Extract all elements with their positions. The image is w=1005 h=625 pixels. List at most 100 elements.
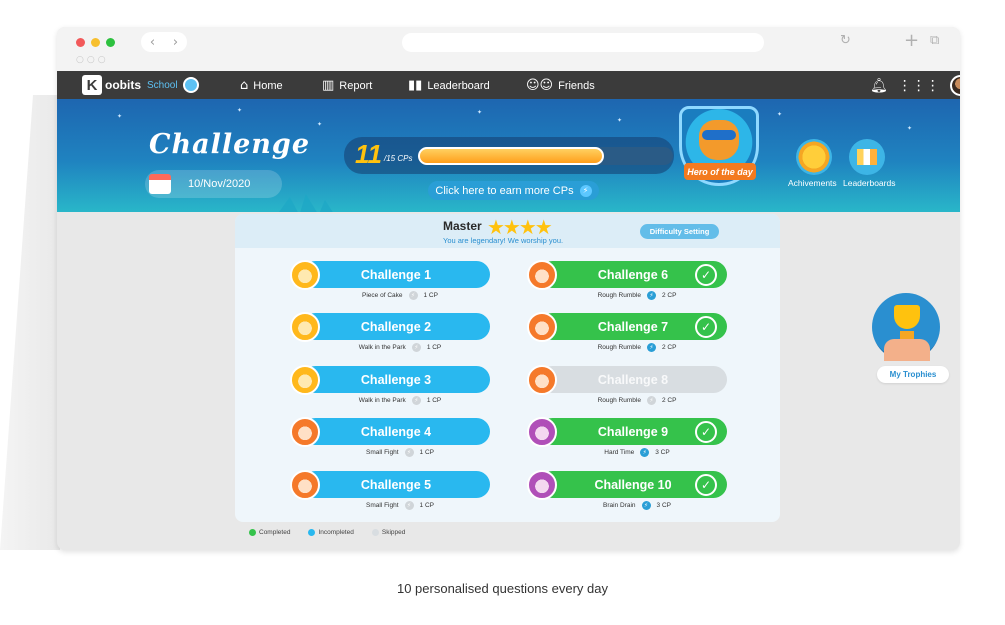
minimize-window-button[interactable]	[91, 38, 100, 47]
challenge-meta: Piece of Cake ⚡︎ 1 CP	[330, 291, 470, 300]
logo-school: School	[147, 79, 178, 91]
report-icon: ▥	[322, 78, 335, 93]
globe-icon	[182, 77, 199, 93]
cp-lightning-icon: ⚡︎	[646, 291, 656, 300]
check-icon: ✓	[695, 421, 717, 443]
browser-window: ○○○ ‹ › ↻ + ⧉ K oobits School ⌂ Home ▥ R…	[57, 27, 960, 550]
challenge-meta: Rough Rumble ⚡︎ 2 CP	[567, 343, 707, 352]
challenge-button[interactable]: Challenge 1	[302, 261, 490, 288]
challenge-item[interactable]: Challenge 10 ✓ Brain Drain ⚡︎ 3 CP	[527, 470, 727, 511]
challenge-button[interactable]: Challenge 5	[302, 471, 490, 498]
maximize-window-button[interactable]	[106, 38, 115, 47]
achievements-medal-icon[interactable]	[796, 139, 832, 175]
challenge-item[interactable]: Challenge 1 Piece of Cake ⚡︎ 1 CP	[290, 260, 490, 301]
legend-dot-completed	[249, 529, 256, 536]
cp-lightning-icon: ⚡︎	[646, 396, 656, 405]
star-decoration: ✦	[237, 107, 243, 114]
reload-icon[interactable]: ↻	[840, 33, 851, 48]
earn-more-label: Click here to earn more CPs	[435, 184, 574, 197]
podium-icon	[857, 149, 877, 165]
challenge-item[interactable]: Challenge 2 Walk in the Park ⚡︎ 1 CP	[290, 312, 490, 353]
address-bar[interactable]	[402, 33, 764, 52]
challenge-item[interactable]: Challenge 3 Walk in the Park ⚡︎ 1 CP	[290, 365, 490, 406]
check-icon: ✓	[695, 474, 717, 496]
nav-right-icons: 🔔︎ ⋮⋮⋮ ▾	[870, 75, 960, 96]
trophy-cup	[894, 305, 920, 329]
challenge-meta: Small Fight ⚡︎ 1 CP	[330, 501, 470, 510]
legend-dot-incompleted	[308, 529, 316, 536]
lightning-icon: ⚡︎	[579, 184, 592, 197]
challenge-panel: Master ★★★★ You are legendary! We worshi…	[235, 214, 780, 522]
cp-progress-fill	[418, 147, 604, 165]
challenge-button[interactable]: Challenge 3	[302, 366, 490, 393]
challenge-item[interactable]: Challenge 6 ✓ Rough Rumble ⚡︎ 2 CP	[527, 260, 727, 301]
trophy-hand	[884, 339, 930, 361]
leaderboard-icon: ▮▮	[408, 78, 423, 93]
challenge-cp: 3 CP	[655, 449, 670, 456]
back-icon[interactable]: ‹	[150, 35, 155, 50]
hero-mask	[702, 130, 736, 140]
challenge-item[interactable]: Challenge 4 Small Fight ⚡︎ 1 CP	[290, 417, 490, 458]
browser-chrome: ○○○ ‹ › ↻ + ⧉	[57, 27, 960, 71]
level-header: Master ★★★★ You are legendary! We worshi…	[235, 214, 780, 248]
koobits-logo[interactable]: K oobits School	[82, 75, 199, 95]
challenge-item[interactable]: Challenge 5 Small Fight ⚡︎ 1 CP	[290, 470, 490, 511]
cp-lightning-icon: ⚡︎	[640, 448, 650, 457]
new-tab-icon[interactable]: +	[904, 30, 919, 51]
close-window-button[interactable]	[76, 38, 85, 47]
nav-friends[interactable]: ☺☺ Friends	[526, 78, 595, 93]
challenge-item[interactable]: Challenge 9 ✓ Hard Time ⚡︎ 3 CP	[527, 417, 727, 458]
challenge-description: Walk in the Park	[358, 397, 406, 404]
challenge-button[interactable]: Challenge 2	[302, 313, 490, 340]
star-decoration: ✦	[907, 125, 913, 132]
hero-of-the-day[interactable]: Hero of the day	[679, 106, 759, 186]
hero-label: Hero of the day	[684, 163, 756, 180]
nav-leaderboard[interactable]: ▮▮ Leaderboard	[408, 78, 490, 93]
earn-more-cps-button[interactable]: Click here to earn more CPs ⚡︎	[428, 181, 599, 200]
achievements-label[interactable]: Achivements	[788, 178, 837, 188]
avatar[interactable]	[949, 75, 960, 96]
legend-incompleted: Incompleted	[308, 529, 354, 536]
history-nav: ‹ ›	[141, 32, 187, 52]
legend-incompleted-label: Incompleted	[318, 529, 354, 536]
legend-completed: Completed	[249, 529, 290, 536]
bell-icon[interactable]: 🔔︎	[870, 78, 888, 94]
nav-report[interactable]: ▥ Report	[322, 78, 372, 93]
hero-character	[699, 120, 739, 160]
status-legend: Completed Incompleted Skipped	[249, 529, 405, 536]
cp-lightning-icon: ⚡︎	[411, 396, 421, 405]
apps-grid-icon[interactable]: ⋮⋮⋮	[898, 78, 940, 94]
cp-unit: /15 CPs	[384, 154, 413, 163]
challenge-description: Walk in the Park	[358, 344, 406, 351]
nav-friends-label: Friends	[558, 79, 595, 92]
ghost-dots-icon: ○○○	[76, 55, 109, 65]
challenge-cp: 2 CP	[661, 397, 677, 404]
challenge-cp: 1 CP	[419, 449, 434, 456]
challenge-description: Piece of Cake	[362, 292, 403, 299]
cp-lightning-icon: ⚡︎	[404, 448, 414, 457]
challenge-item[interactable]: Challenge 7 ✓ Rough Rumble ⚡︎ 2 CP	[527, 312, 727, 353]
challenge-item[interactable]: Challenge 8 Rough Rumble ⚡︎ 2 CP	[527, 365, 727, 406]
character-avatar-icon	[527, 365, 557, 395]
challenge-button[interactable]: Challenge 8	[539, 366, 727, 393]
my-trophies-button[interactable]: My Trophies	[877, 366, 949, 383]
challenge-cp: 3 CP	[656, 502, 671, 509]
challenge-description: Small Fight	[366, 502, 399, 509]
tabs-overview-icon[interactable]: ⧉	[930, 33, 939, 48]
leaderboards-label[interactable]: Leaderboards	[843, 178, 895, 188]
trophy-icon[interactable]	[872, 293, 940, 361]
logo-brand: oobits	[105, 78, 141, 92]
difficulty-setting-button[interactable]: Difficulty Setting	[640, 224, 719, 239]
challenge-button[interactable]: Challenge 4	[302, 418, 490, 445]
legend-dot-skipped	[371, 529, 379, 536]
challenge-cp: 1 CP	[426, 344, 442, 351]
level-subtitle: You are legendary! We worship you.	[443, 236, 564, 245]
app-navbar: K oobits School ⌂ Home ▥ Report ▮▮ Leade…	[57, 71, 960, 99]
star-decoration: ✦	[617, 117, 623, 124]
trees-decoration	[277, 194, 437, 212]
forward-icon[interactable]: ›	[173, 35, 178, 50]
challenge-description: Rough Rumble	[597, 344, 641, 351]
nav-home[interactable]: ⌂ Home	[240, 78, 283, 93]
challenge-description: Rough Rumble	[597, 397, 641, 404]
star-decoration: ✦	[777, 111, 783, 118]
